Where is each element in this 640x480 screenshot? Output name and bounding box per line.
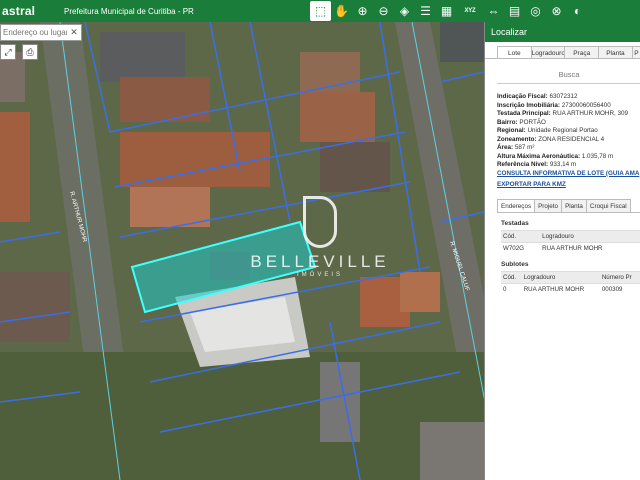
- ruler-icon[interactable]: ▤: [504, 1, 525, 21]
- info-row: Área: 587 m²: [497, 144, 640, 153]
- subtab-1[interactable]: Projeto: [534, 198, 563, 212]
- table-row[interactable]: 0 RUA ARTHUR MOHR 000309: [501, 282, 640, 295]
- info-value: 63072312: [549, 93, 578, 100]
- zoom-out-icon[interactable]: ⊖: [373, 1, 394, 21]
- info-label: Zoneamento:: [497, 135, 537, 143]
- info-label: Altura Máxima Aeronáutica:: [497, 152, 581, 160]
- panel-tabs: Lote Logradouro Praça Planta P: [485, 42, 640, 59]
- info-label: Área:: [497, 144, 514, 151]
- sublotes-table: Cód. Logradouro Número Pr 0 RUA ARTHUR MOHR…: [501, 270, 640, 295]
- print-icon[interactable]: ⎙: [22, 44, 38, 60]
- table-cell: 0: [501, 282, 522, 295]
- xyz-text-icon[interactable]: XYZ: [457, 1, 483, 21]
- info-row: Indicação Fiscal: 63072312: [497, 93, 640, 102]
- close-icon[interactable]: ✕: [67, 27, 81, 38]
- expand-icon[interactable]: ⤢: [0, 44, 16, 60]
- info-row: Zoneamento: ZONA RESIDENCIAL 4: [497, 136, 640, 145]
- testadas-title: Testadas: [501, 219, 529, 227]
- globe-icon[interactable]: ⊗: [546, 1, 567, 21]
- info-value: 1.035,78 m: [581, 152, 614, 160]
- top-bar: astral Prefeitura Municipal de Curitiba …: [0, 0, 640, 22]
- subtab-0[interactable]: Endereços: [497, 198, 536, 212]
- info-label: Indicação Fiscal:: [497, 93, 548, 100]
- info-row: Inscrição Imobiliária: 27300060056400: [497, 102, 640, 111]
- layers-icon[interactable]: ◈: [394, 1, 415, 21]
- tab-2[interactable]: Praça: [564, 46, 600, 58]
- address-search[interactable]: ✕: [0, 24, 82, 41]
- target-icon[interactable]: ◎: [525, 1, 546, 21]
- info-label: Regional:: [497, 127, 526, 134]
- info-value: PORTÃO: [519, 118, 546, 126]
- info-label: Inscrição Imobiliária:: [497, 101, 560, 109]
- org-name: Prefeitura Municipal de Curitiba - PR: [64, 6, 194, 16]
- sublotes-title: Sublotes: [501, 260, 529, 268]
- app-brand: astral: [2, 4, 36, 18]
- lot-subtabs: Endereços Projeto Planta Croqui Fiscal: [497, 198, 640, 213]
- list-icon[interactable]: ☰: [415, 1, 436, 21]
- info-label: Testada Principal:: [497, 110, 551, 117]
- subtab-3[interactable]: Croqui Fiscal: [585, 198, 631, 212]
- info-row: Testada Principal: RUA ARTHUR MOHR, 309: [497, 110, 640, 119]
- info-row: Referência Nível: 933,14 m: [497, 161, 640, 170]
- info-value: Unidade Regional Portao: [527, 127, 598, 134]
- column-header: Número Pr: [599, 270, 640, 283]
- export-kmz-link[interactable]: EXPORTAR PARA KMZ: [497, 181, 640, 190]
- consulta-link[interactable]: CONSULTA INFORMATIVA DE LOTE (GUIA AMA: [497, 170, 640, 179]
- table-cell: W702G: [501, 241, 541, 254]
- toolbar: ⬚ ✋ ⊕ ⊖ ◈ ☰ ▦ XYZ ⇔ ▤ ◎ ⊗ ◐: [310, 0, 588, 22]
- info-row: Regional: Unidade Regional Portao: [497, 127, 640, 136]
- basemap-icon[interactable]: ◐: [567, 1, 588, 21]
- testadas-table: Cód. Logradouro W702G RUA ARTHUR MOHR: [501, 229, 640, 254]
- info-label: Bairro:: [497, 118, 518, 126]
- pan-hand-icon[interactable]: ✋: [331, 1, 352, 21]
- search-input[interactable]: [1, 28, 67, 37]
- table-row[interactable]: W702G RUA ARTHUR MOHR: [501, 241, 640, 254]
- column-header: Cód.: [501, 270, 522, 283]
- info-value: 933,14 m: [549, 161, 577, 168]
- info-label: Referência Nível:: [497, 161, 549, 168]
- table-cell: RUA ARTHUR MOHR: [540, 241, 640, 254]
- info-value: 27300060056400: [561, 101, 611, 109]
- column-header: Logradouro: [521, 270, 600, 283]
- tab-1[interactable]: Logradouro: [530, 46, 566, 58]
- grid-icon[interactable]: ▦: [436, 1, 457, 21]
- info-row: Altura Máxima Aeronáutica: 1.035,78 m: [497, 153, 640, 162]
- zoom-in-icon[interactable]: ⊕: [352, 1, 373, 21]
- info-row: Bairro: PORTÃO: [497, 119, 640, 128]
- column-header: Cód.: [501, 229, 541, 242]
- info-value: RUA ARTHUR MOHR, 309: [552, 110, 628, 117]
- panel-title: Localizar: [485, 22, 640, 42]
- tab-3[interactable]: Planta: [598, 46, 633, 58]
- subtab-2[interactable]: Planta: [561, 198, 587, 212]
- lot-info: Indicação Fiscal: 63072312 Inscrição Imob…: [485, 84, 640, 170]
- column-header: Logradouro: [540, 229, 640, 242]
- tab-0[interactable]: Lote: [497, 46, 532, 58]
- tab-4[interactable]: P: [631, 46, 640, 58]
- info-value: 587 m²: [514, 144, 535, 151]
- table-cell: RUA ARTHUR MOHR: [521, 282, 600, 295]
- info-value: ZONA RESIDENCIAL 4: [538, 135, 605, 143]
- table-cell: 000309: [599, 282, 640, 295]
- localizar-panel: Localizar Lote Logradouro Praça Planta P Bus…: [484, 22, 640, 480]
- busca-button[interactable]: Busca: [497, 67, 640, 84]
- identify-icon[interactable]: ⬚: [310, 1, 331, 21]
- measure-icon[interactable]: ⇔: [483, 1, 504, 21]
